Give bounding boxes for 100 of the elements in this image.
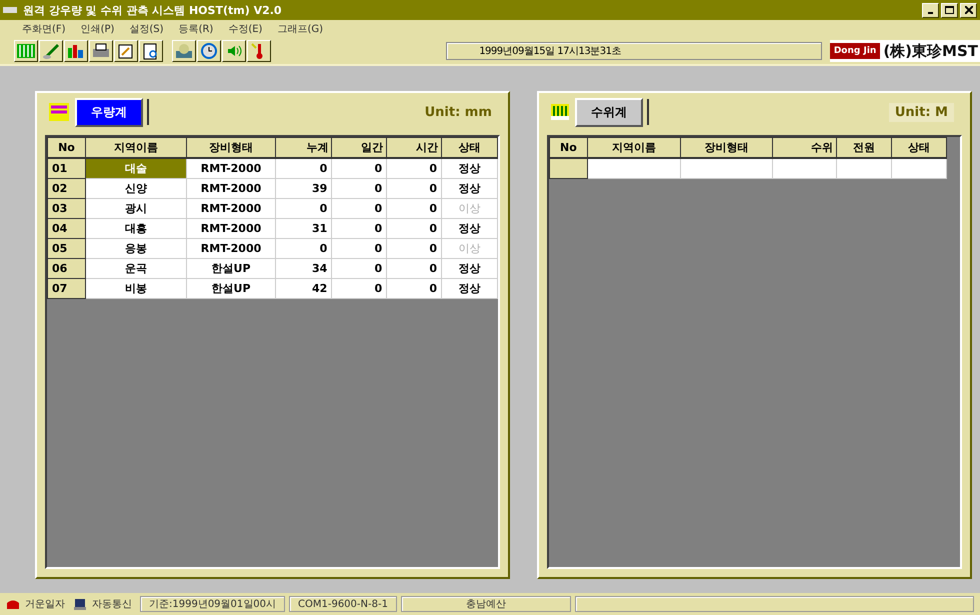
status-field: COM1-9600-N-8-1 — [289, 596, 397, 612]
table-cell: 0 — [386, 238, 442, 258]
table-cell: RMT-2000 — [186, 218, 276, 238]
unit-label: Unit: mm — [424, 104, 492, 120]
datetime-field: 1999년09월15일 17시13분31초 — [446, 42, 822, 60]
table-cell: 0 — [332, 158, 387, 178]
table-cell[interactable]: 대술 — [85, 158, 186, 178]
logo-badge: Dong Jin — [830, 43, 880, 59]
table-cell: 0 — [386, 278, 442, 298]
toolbar-speaker-icon[interactable] — [222, 40, 246, 62]
table-cell: 0 — [386, 258, 442, 278]
computer-icon — [73, 598, 87, 610]
column-header: 누계 — [276, 138, 332, 158]
water-level-icon — [550, 104, 569, 120]
table-cell: 정상 — [441, 178, 498, 198]
row-number: 02 — [48, 178, 86, 198]
column-header: 장비형태 — [186, 138, 276, 158]
table-cell[interactable]: 대흥 — [85, 218, 186, 238]
table-cell: 정상 — [441, 258, 498, 278]
column-header: 지역이름 — [85, 138, 186, 158]
maximize-button[interactable] — [941, 2, 958, 18]
row-number: 05 — [48, 238, 86, 258]
table-cell: 31 — [276, 218, 332, 238]
menu-item[interactable]: 인쇄(P) — [80, 22, 114, 36]
table-cell: 0 — [332, 258, 387, 278]
toolbar-chart-icon[interactable] — [64, 40, 88, 62]
table-cell: 0 — [386, 218, 442, 238]
table-cell: RMT-2000 — [186, 238, 276, 258]
table-cell: 0 — [386, 158, 442, 178]
table-cell: RMT-2000 — [186, 158, 276, 178]
row-number: 04 — [48, 218, 86, 238]
column-header: 상태 — [441, 138, 498, 158]
row-number: 07 — [48, 278, 86, 298]
maximize-icon — [945, 6, 954, 14]
table-cell[interactable]: 신양 — [85, 178, 186, 198]
status-text: 자동통신 — [92, 598, 132, 611]
toolbar-pen-icon[interactable] — [39, 40, 63, 62]
table-cell: RMT-2000 — [186, 198, 276, 218]
table-cell: 0 — [332, 238, 387, 258]
rain-tab[interactable]: 우량계 — [75, 98, 143, 126]
column-header: No — [549, 138, 588, 158]
table-cell: 34 — [276, 258, 332, 278]
table-cell: 42 — [276, 278, 332, 298]
table-cell: 0 — [386, 198, 442, 218]
column-header: 시간 — [386, 138, 442, 158]
status-field: 충남예산 — [400, 596, 571, 612]
column-header: 일간 — [332, 138, 387, 158]
row-number: 01 — [48, 158, 86, 178]
toolbar-preview-icon[interactable] — [139, 40, 163, 62]
toolbar-document-icon[interactable] — [114, 40, 138, 62]
table-cell: 0 — [386, 178, 442, 198]
column-header: 장비형태 — [680, 138, 772, 158]
column-header: No — [48, 138, 86, 158]
column-header: 지역이름 — [587, 138, 680, 158]
close-button[interactable] — [960, 2, 977, 18]
toolbar-thermometer-icon[interactable] — [247, 40, 271, 62]
table-cell: 0 — [276, 158, 332, 178]
table-cell: 정상 — [441, 158, 498, 178]
column-header: 수위 — [772, 138, 836, 158]
menu-item[interactable]: 그래프(G) — [277, 22, 324, 36]
table-cell: RMT-2000 — [186, 178, 276, 198]
table-cell: 0 — [332, 198, 387, 218]
row-number: 03 — [48, 198, 86, 218]
toolbar-grid-icon[interactable] — [14, 40, 38, 62]
status-field: 기준:1999년09월01일00시 — [140, 596, 285, 612]
table-cell: 한설UP — [186, 278, 276, 298]
table-cell[interactable]: 응봉 — [85, 238, 186, 258]
table-cell: 이상 — [441, 198, 498, 218]
table-cell: 정상 — [441, 218, 498, 238]
water-level-tab[interactable]: 수위계 — [574, 98, 643, 126]
app-icon — [3, 7, 17, 13]
company-name: (株)東珍MST — [883, 42, 978, 60]
table-cell: 0 — [332, 278, 387, 298]
rain-gauge-icon — [49, 103, 69, 121]
menu-item[interactable]: 주화면(F) — [22, 22, 66, 36]
toolbar-printer-icon[interactable] — [89, 40, 113, 62]
table-cell[interactable]: 운곡 — [85, 258, 186, 278]
close-icon — [964, 6, 972, 14]
status-text: 거운일자 — [25, 598, 65, 611]
column-header: 전원 — [836, 138, 892, 158]
table-cell: 정상 — [441, 278, 498, 298]
table-cell: 이상 — [441, 238, 498, 258]
menu-item[interactable]: 등록(R) — [178, 22, 214, 36]
telephone-icon — [6, 598, 20, 610]
table-cell[interactable]: 비봉 — [85, 278, 186, 298]
unit-label: Unit: M — [888, 102, 954, 122]
table-cell: 0 — [332, 178, 387, 198]
toolbar-clock-icon[interactable] — [197, 40, 221, 62]
table-cell: 0 — [276, 198, 332, 218]
minimize-button[interactable] — [922, 2, 939, 18]
menu-item[interactable]: 설정(S) — [129, 22, 164, 36]
table-cell: 0 — [276, 238, 332, 258]
menu-item[interactable]: 수정(E) — [228, 22, 262, 36]
table-cell: 39 — [276, 178, 332, 198]
table-cell[interactable]: 광시 — [85, 198, 186, 218]
table-cell: 0 — [332, 218, 387, 238]
row-number: 06 — [48, 258, 86, 278]
table-cell: 한설UP — [186, 258, 276, 278]
column-header: 상태 — [891, 138, 946, 158]
window-title: 원격 강우량 및 수위 관측 시스템 HOST(tm) V2.0 — [23, 2, 283, 18]
